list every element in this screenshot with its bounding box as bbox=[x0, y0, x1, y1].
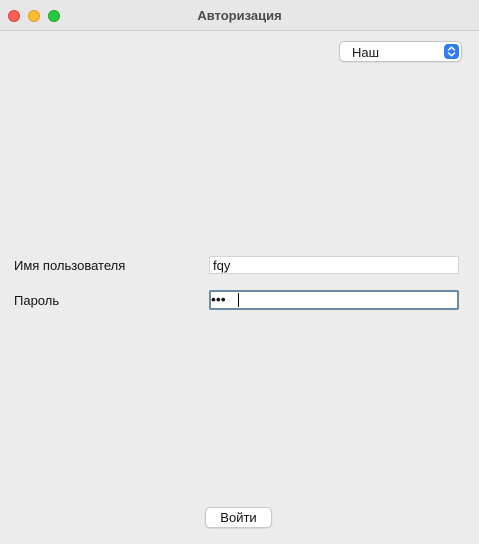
up-down-chevron-icon bbox=[444, 44, 459, 59]
username-value: fqy bbox=[213, 258, 231, 273]
username-label: Имя пользователя bbox=[14, 258, 126, 273]
auth-window: Авторизация Наш Имя пользователя fqy Пар… bbox=[0, 0, 479, 544]
password-field[interactable]: ••• bbox=[209, 290, 459, 310]
password-masked-value: ••• bbox=[211, 291, 226, 307]
login-button[interactable]: Войти bbox=[205, 507, 272, 528]
text-caret bbox=[238, 293, 239, 307]
username-field[interactable]: fqy bbox=[209, 256, 459, 274]
bottom-edge bbox=[0, 536, 479, 544]
title-bar[interactable]: Авторизация bbox=[0, 0, 479, 31]
source-dropdown-value: Наш bbox=[352, 45, 380, 60]
window-title: Авторизация bbox=[197, 8, 282, 23]
password-label: Пароль bbox=[14, 293, 60, 308]
source-dropdown[interactable]: Наш bbox=[339, 41, 462, 62]
